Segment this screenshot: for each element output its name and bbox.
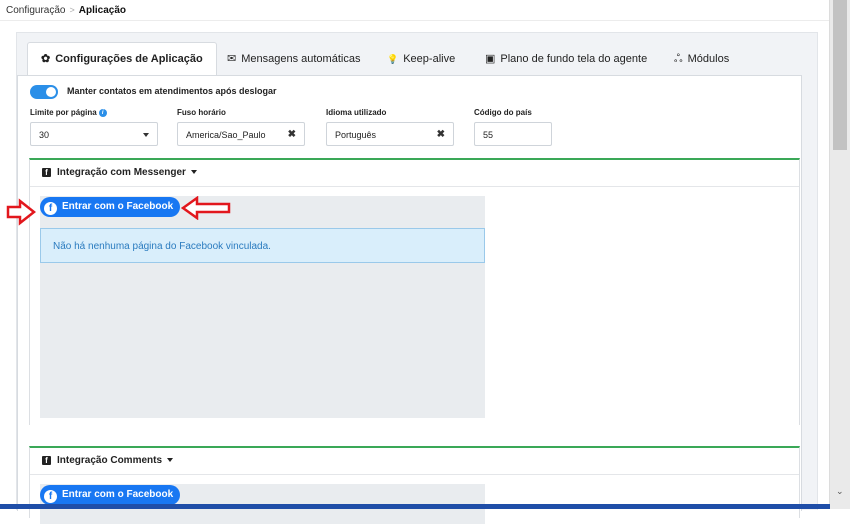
- country-code-input[interactable]: 55: [474, 122, 552, 146]
- envelope-icon: ✉: [227, 53, 237, 65]
- scroll-down-icon[interactable]: ⌄: [836, 486, 844, 497]
- image-icon: ▣: [485, 53, 496, 65]
- taskbar-strip: [0, 504, 830, 509]
- header-divider: [0, 20, 830, 21]
- breadcrumb-parent[interactable]: Configuração: [6, 5, 65, 16]
- clear-icon[interactable]: ✖: [437, 129, 445, 140]
- facebook-login-label: Entrar com o Facebook: [62, 489, 174, 500]
- caret-down-icon: [190, 170, 197, 175]
- breadcrumb-current: Aplicação: [78, 5, 126, 16]
- modules-icon: ஃ: [674, 53, 683, 65]
- facebook-login-button[interactable]: f Entrar com o Facebook: [40, 485, 181, 505]
- facebook-square-icon: f: [42, 168, 51, 177]
- messenger-integration-card: f Integração com Messenger f Entrar com o…: [29, 158, 800, 425]
- language-label: Idioma utilizado: [326, 108, 387, 117]
- page-limit-value: 30: [39, 130, 50, 140]
- tab-bar: ✿ Configurações de Aplicação ✉ Mensagens a…: [17, 42, 817, 77]
- tab-label: Configurações de Aplicação: [55, 53, 203, 65]
- tab-label: Keep-alive: [403, 53, 456, 65]
- facebook-login-label: Entrar com o Facebook: [62, 201, 174, 212]
- country-code-value: 55: [483, 130, 494, 140]
- tab-automatic-messages[interactable]: ✉ Mensagens automáticas: [227, 43, 360, 75]
- vertical-scrollbar[interactable]: ⌄: [829, 0, 850, 509]
- tab-label: Módulos: [687, 53, 730, 65]
- facebook-icon: f: [44, 202, 57, 215]
- comments-card-header[interactable]: f Integração Comments: [30, 448, 799, 475]
- tab-content: Manter contatos em atendimentos após des…: [17, 75, 802, 524]
- tab-modules[interactable]: ஃ Módulos: [674, 43, 729, 75]
- keep-contacts-toggle[interactable]: [30, 85, 58, 99]
- timezone-value: America/Sao_Paulo: [186, 130, 266, 140]
- page-limit-select[interactable]: 30: [30, 122, 158, 146]
- scrollbar-thumb[interactable]: [833, 0, 847, 150]
- tab-label: Mensagens automáticas: [241, 53, 361, 65]
- language-select[interactable]: Português ✖: [326, 122, 454, 146]
- red-arrow-right-icon: [6, 198, 36, 226]
- no-pages-alert: Não há nenhuma página do Facebook vincul…: [40, 228, 485, 263]
- timezone-select[interactable]: America/Sao_Paulo ✖: [177, 122, 305, 146]
- tab-application-settings[interactable]: ✿ Configurações de Aplicação: [27, 42, 217, 77]
- country-code-label: Código do país: [474, 108, 532, 117]
- info-icon[interactable]: i: [98, 108, 107, 117]
- language-value: Português: [335, 130, 377, 140]
- clear-icon[interactable]: ✖: [288, 129, 296, 140]
- messenger-title-text: Integração com Messenger: [57, 167, 186, 178]
- breadcrumb: Configuração > Aplicação: [6, 5, 126, 16]
- settings-panel: ✿ Configurações de Aplicação ✉ Mensagens a…: [16, 32, 818, 524]
- tab-keep-alive[interactable]: 💡 Keep-alive: [387, 43, 455, 75]
- breadcrumb-separator: >: [69, 5, 75, 15]
- tab-agent-background[interactable]: ▣ Plano de fundo tela do agente: [485, 43, 647, 75]
- timezone-label: Fuso horário: [177, 108, 226, 117]
- gear-icon: ✿: [41, 53, 51, 65]
- facebook-square-icon: f: [42, 456, 51, 465]
- facebook-icon: f: [44, 490, 57, 503]
- page-limit-label: Limite por página i: [30, 108, 107, 117]
- facebook-login-button[interactable]: f Entrar com o Facebook: [40, 197, 181, 217]
- keep-contacts-label: Manter contatos em atendimentos após des…: [67, 86, 277, 96]
- caret-down-icon: [167, 458, 174, 463]
- chevron-down-icon: [143, 133, 149, 137]
- messenger-card-header[interactable]: f Integração com Messenger: [30, 160, 799, 187]
- lightbulb-icon: 💡: [387, 54, 399, 64]
- tab-label: Plano de fundo tela do agente: [500, 53, 648, 65]
- comments-title-text: Integração Comments: [57, 455, 163, 466]
- comments-card-title: Integração Comments: [57, 455, 174, 466]
- red-arrow-left-icon: [181, 196, 231, 220]
- no-pages-message: Não há nenhuma página do Facebook vincul…: [53, 241, 271, 252]
- messenger-card-title: Integração com Messenger: [57, 167, 197, 178]
- toggle-knob: [46, 87, 56, 97]
- page-limit-label-text: Limite por página: [30, 108, 97, 117]
